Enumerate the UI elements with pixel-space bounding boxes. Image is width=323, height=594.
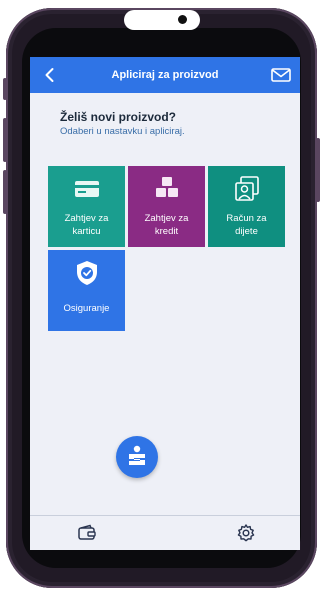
- phone-power-button: [316, 138, 320, 202]
- tile-label: Osiguranje: [63, 303, 110, 314]
- shield-check-icon: [76, 261, 97, 285]
- phone-volume-up-button: [3, 118, 7, 162]
- phone-volume-down-button: [3, 170, 7, 214]
- cubes-icon: [155, 177, 178, 197]
- tile-label: Zahtjev za karticu: [64, 213, 109, 237]
- phone-side-button: [3, 78, 7, 100]
- credit-card-icon: [74, 181, 99, 197]
- camera-icon: [178, 15, 187, 24]
- app-screen: Apliciraj za proizvod Želiš novi proizvo…: [30, 57, 300, 550]
- tile-card-request[interactable]: Zahtjev za karticu: [48, 166, 125, 247]
- tile-label: Račun za dijete: [226, 213, 267, 237]
- camera-notch: [124, 10, 200, 30]
- tile-label: Zahtjev za kredit: [144, 213, 189, 237]
- intro-title: Želiš novi proizvod?: [60, 110, 177, 124]
- tile-loan-request[interactable]: Zahtjev za kredit: [128, 166, 205, 247]
- nav-wallet-button[interactable]: [77, 524, 97, 542]
- tile-child-account[interactable]: Račun za dijete: [208, 166, 285, 247]
- portrait-frames-icon: [234, 176, 259, 201]
- mail-button[interactable]: [270, 66, 292, 84]
- bank-logo-icon: [129, 445, 145, 465]
- bottom-nav: [30, 515, 300, 550]
- page-title: Apliciraj za proizvod: [111, 69, 219, 81]
- nav-settings-button[interactable]: [236, 523, 256, 543]
- wallet-icon: [78, 524, 96, 540]
- gear-icon: [237, 524, 255, 542]
- envelope-icon: [271, 68, 291, 82]
- home-bank-button[interactable]: [116, 436, 158, 478]
- intro-subtitle: Odaberi u nastavku i apliciraj.: [60, 126, 185, 137]
- top-bar: Apliciraj za proizvod: [30, 57, 300, 93]
- tile-insurance[interactable]: Osiguranje: [48, 250, 125, 331]
